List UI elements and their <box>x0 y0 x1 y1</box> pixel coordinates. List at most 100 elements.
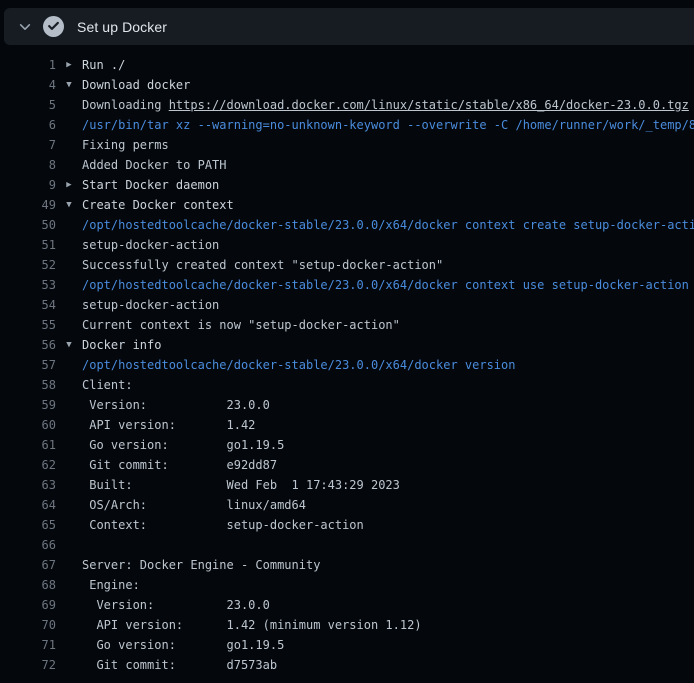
gutter-spacer <box>56 115 82 135</box>
line-number-link[interactable]: 65 <box>0 515 56 535</box>
line-number-link[interactable]: 9 <box>0 175 56 195</box>
log-line: 54 setup-docker-action <box>0 295 694 315</box>
group-title[interactable]: Docker info <box>82 338 161 352</box>
log-text-segment: Go version: go1.19.5 <box>82 638 284 652</box>
log-text: Engine: <box>82 575 140 595</box>
group-title[interactable]: Create Docker context <box>82 198 234 212</box>
line-number-link[interactable]: 56 <box>0 335 56 355</box>
log-text: Downloading https://download.docker.com/… <box>82 95 689 115</box>
log-viewer: 1▶Run ./4▼Download docker5Downloading ht… <box>0 45 694 683</box>
log-text: API version: 1.42 <box>82 415 255 435</box>
log-text: Go version: go1.19.5 <box>82 435 284 455</box>
log-text-segment: Engine: <box>82 578 140 592</box>
log-line: 8 Added Docker to PATH <box>0 155 694 175</box>
log-line[interactable]: 49▼Create Docker context <box>0 195 694 215</box>
gutter-spacer <box>56 95 82 115</box>
log-line: 7Fixing perms <box>0 135 694 155</box>
log-text: Go version: go1.19.5 <box>82 635 284 655</box>
check-circle-icon <box>43 16 64 37</box>
line-number-link[interactable]: 69 <box>0 595 56 615</box>
gutter-spacer <box>56 535 82 555</box>
log-line: 65 Context: setup-docker-action <box>0 515 694 535</box>
line-number-link[interactable]: 71 <box>0 635 56 655</box>
step-header[interactable]: Set up Docker <box>4 8 694 45</box>
line-number-link[interactable]: 53 <box>0 275 56 295</box>
line-number-link[interactable]: 1 <box>0 55 56 75</box>
log-text-segment: Client: <box>82 378 133 392</box>
log-text: Git commit: d7573ab <box>82 655 277 675</box>
line-number-link[interactable]: 62 <box>0 455 56 475</box>
line-number-link[interactable]: 8 <box>0 155 56 175</box>
line-number-link[interactable]: 72 <box>0 655 56 675</box>
log-text: Start Docker daemon <box>82 175 219 195</box>
gutter-spacer <box>56 315 82 335</box>
triangle-right-icon[interactable]: ▶ <box>56 55 82 75</box>
log-text-segment: setup-docker-action <box>82 238 219 252</box>
group-title[interactable]: Download docker <box>82 78 190 92</box>
line-number-link[interactable]: 49 <box>0 195 56 215</box>
line-number-link[interactable]: 4 <box>0 75 56 95</box>
line-number-link[interactable]: 55 <box>0 315 56 335</box>
log-text: Added Docker to PATH <box>82 155 227 175</box>
log-line: 53/opt/hostedtoolcache/docker-stable/23.… <box>0 275 694 295</box>
gutter-spacer <box>56 655 82 675</box>
log-text-segment: Built: Wed Feb 1 17:43:29 2023 <box>82 478 400 492</box>
gutter-spacer <box>56 555 82 575</box>
line-number-link[interactable]: 60 <box>0 415 56 435</box>
line-number-link[interactable]: 50 <box>0 215 56 235</box>
log-line: 5 Downloading https://download.docker.com… <box>0 95 694 115</box>
log-text-segment: OS/Arch: linux/amd64 <box>82 498 306 512</box>
log-line[interactable]: 1▶Run ./ <box>0 55 694 75</box>
log-text: Run ./ <box>82 55 125 75</box>
group-title[interactable]: Run ./ <box>82 58 125 72</box>
log-text: /opt/hostedtoolcache/docker-stable/23.0.… <box>82 355 515 375</box>
line-number-link[interactable]: 70 <box>0 615 56 635</box>
log-text-segment: Git commit: d7573ab <box>82 658 277 672</box>
log-text: Context: setup-docker-action <box>82 515 364 535</box>
chevron-down-icon[interactable] <box>18 20 32 34</box>
gutter-spacer <box>56 215 82 235</box>
line-number-link[interactable]: 52 <box>0 255 56 275</box>
line-number-link[interactable]: 61 <box>0 435 56 455</box>
log-link[interactable]: https://download.docker.com/linux/static… <box>169 98 689 112</box>
log-line: 50/opt/hostedtoolcache/docker-stable/23.… <box>0 215 694 235</box>
log-text: /opt/hostedtoolcache/docker-stable/23.0.… <box>82 275 689 295</box>
line-number-link[interactable]: 6 <box>0 115 56 135</box>
line-number-link[interactable]: 64 <box>0 495 56 515</box>
gutter-spacer <box>56 275 82 295</box>
log-text-segment: Version: 23.0.0 <box>82 398 270 412</box>
line-number-link[interactable]: 57 <box>0 355 56 375</box>
command-text: /opt/hostedtoolcache/docker-stable/23.0.… <box>82 278 689 292</box>
log-text: Version: 23.0.0 <box>82 395 270 415</box>
triangle-right-icon[interactable]: ▶ <box>56 175 82 195</box>
line-number-link[interactable]: 54 <box>0 295 56 315</box>
gutter-spacer <box>56 135 82 155</box>
line-number-link[interactable]: 7 <box>0 135 56 155</box>
log-text: Client: <box>82 375 133 395</box>
gutter-spacer <box>56 415 82 435</box>
log-text-segment: setup-docker-action <box>82 298 219 312</box>
log-line: 51 setup-docker-action <box>0 235 694 255</box>
line-number-link[interactable]: 59 <box>0 395 56 415</box>
gutter-spacer <box>56 575 82 595</box>
line-number-link[interactable]: 66 <box>0 535 56 555</box>
line-number-link[interactable]: 58 <box>0 375 56 395</box>
line-number-link[interactable]: 5 <box>0 95 56 115</box>
line-number-link[interactable]: 63 <box>0 475 56 495</box>
command-text: /usr/bin/tar xz --warning=no-unknown-key… <box>82 118 694 132</box>
line-number-link[interactable]: 68 <box>0 575 56 595</box>
triangle-down-icon[interactable]: ▼ <box>56 335 82 355</box>
log-line[interactable]: 56▼Docker info <box>0 335 694 355</box>
line-number-link[interactable]: 51 <box>0 235 56 255</box>
line-number-link[interactable]: 67 <box>0 555 56 575</box>
log-line[interactable]: 4▼Download docker <box>0 75 694 95</box>
log-line: 58 Client: <box>0 375 694 395</box>
triangle-down-icon[interactable]: ▼ <box>56 75 82 95</box>
gutter-spacer <box>56 515 82 535</box>
group-title[interactable]: Start Docker daemon <box>82 178 219 192</box>
triangle-down-icon[interactable]: ▼ <box>56 195 82 215</box>
log-text: /opt/hostedtoolcache/docker-stable/23.0.… <box>82 215 694 235</box>
log-line: 72 Git commit: d7573ab <box>0 655 694 675</box>
log-line[interactable]: 9▶Start Docker daemon <box>0 175 694 195</box>
log-text: Current context is now "setup-docker-act… <box>82 315 400 335</box>
